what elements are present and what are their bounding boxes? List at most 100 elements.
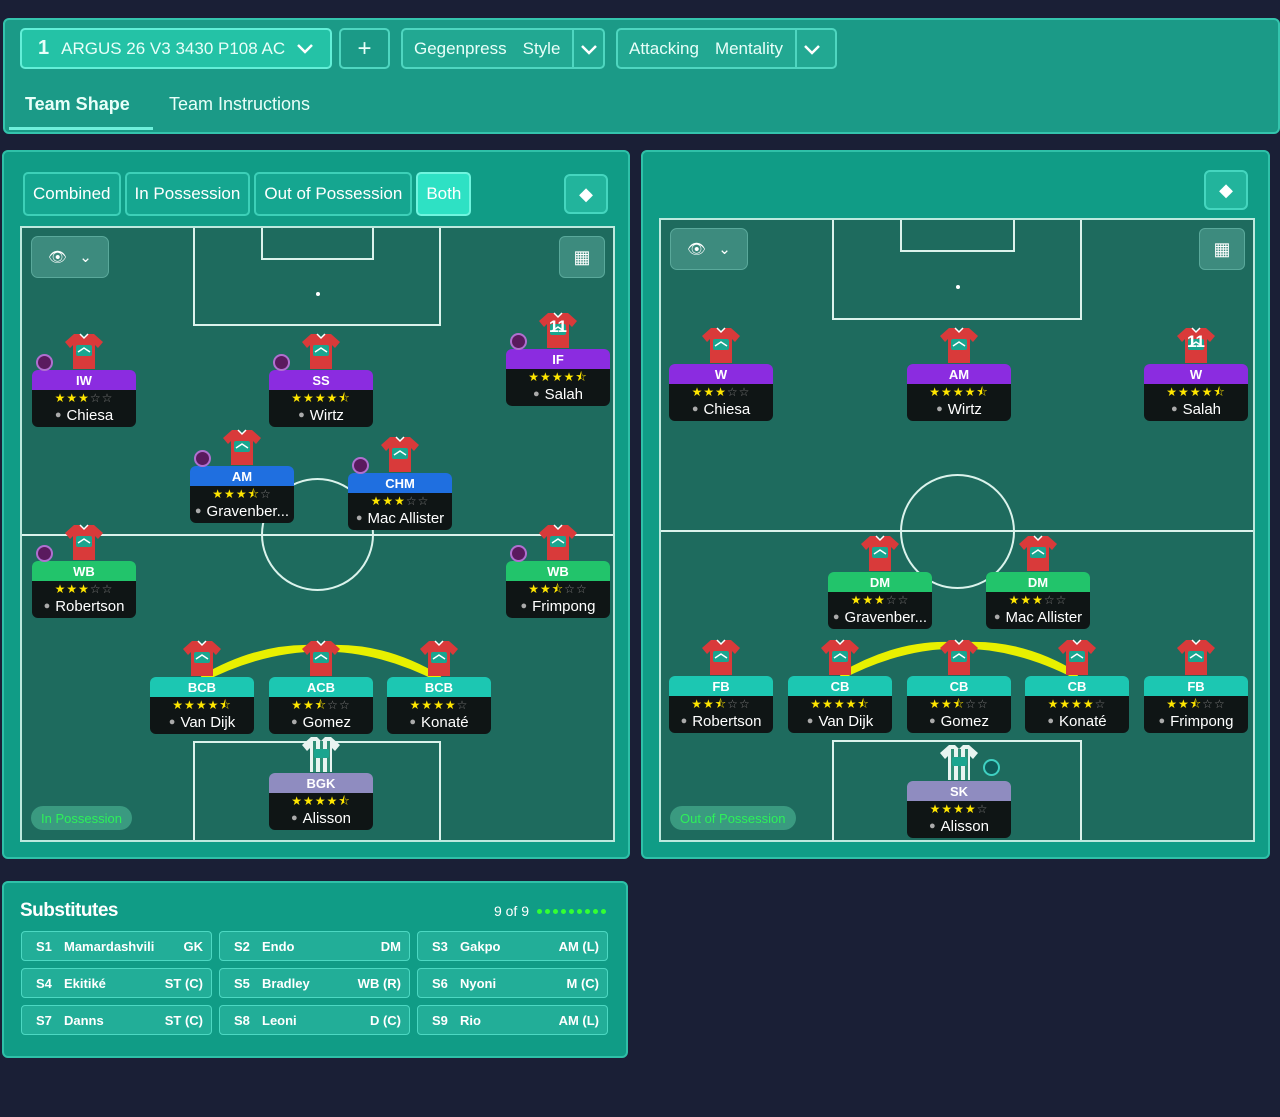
- player-info: ★★★★⯪ ● Alisson: [269, 793, 373, 830]
- role-rating-stars: ★★★★☆: [409, 698, 469, 712]
- player-name-row: ● Gravenber...: [828, 608, 932, 627]
- grid-icon[interactable]: ▦: [1199, 228, 1245, 270]
- substitute-item[interactable]: S9 Rio AM (L): [417, 1005, 608, 1035]
- player-card[interactable]: DM ★★★☆☆ ● Mac Allister: [986, 534, 1090, 629]
- person-icon: ●: [298, 409, 305, 421]
- shirt-icon: [939, 638, 979, 676]
- player-name: Mac Allister: [367, 510, 445, 527]
- diamond-icon[interactable]: ◆: [1204, 170, 1248, 210]
- tab-team-shape[interactable]: Team Shape: [9, 84, 153, 130]
- chevron-down-icon[interactable]: [572, 30, 603, 67]
- player-card[interactable]: FB ★★⯪☆☆ ● Frimpong: [1144, 638, 1248, 733]
- player-card[interactable]: SS ★★★★⯪ ● Wirtz: [269, 332, 373, 427]
- substitute-position: DM: [380, 938, 401, 954]
- player-instruction-icon[interactable]: [510, 545, 527, 562]
- player-card[interactable]: W ★★★☆☆ ● Chiesa: [669, 326, 773, 421]
- substitute-item[interactable]: S5 Bradley WB (R): [219, 968, 410, 998]
- player-instruction-icon[interactable]: [352, 457, 369, 474]
- player-card[interactable]: CB ★★★★⯪ ● Van Dijk: [788, 638, 892, 733]
- grid-icon[interactable]: ▦: [559, 236, 605, 278]
- substitute-item[interactable]: S6 Nyoni M (C): [417, 968, 608, 998]
- substitute-item[interactable]: S3 Gakpo AM (L): [417, 931, 608, 961]
- substitute-item[interactable]: S8 Leoni D (C): [219, 1005, 410, 1035]
- player-role: AM: [190, 466, 294, 486]
- chevron-down-icon: ⌄: [718, 241, 731, 258]
- player-card[interactable]: AM ★★★⯪☆ ● Gravenber...: [190, 428, 294, 523]
- person-icon: ●: [54, 409, 62, 421]
- substitute-position: ST (C): [164, 975, 203, 991]
- substitute-item[interactable]: S2 Endo DM: [219, 931, 410, 961]
- player-name: Chiesa: [703, 401, 751, 418]
- player-card[interactable]: BCB ★★★★☆ ● Konaté: [387, 639, 491, 734]
- player-role: IF: [506, 349, 610, 369]
- player-instruction-icon[interactable]: [510, 333, 527, 350]
- player-info: ★★★★⯪ ● Salah: [506, 369, 610, 406]
- visibility-toggle[interactable]: 👁 ⌄: [670, 228, 748, 270]
- mentality-selector[interactable]: Attacking Mentality: [616, 28, 837, 69]
- role-rating-stars: ★★★★⯪: [1166, 385, 1226, 399]
- player-role: BGK: [269, 773, 373, 793]
- segment-both[interactable]: Both: [416, 172, 472, 216]
- player-name-row: ● Gomez: [907, 712, 1011, 731]
- player-card[interactable]: CB ★★★★☆ ● Konaté: [1025, 638, 1129, 733]
- role-rating-stars: ★★★☆☆: [691, 385, 751, 399]
- shirt-icon: [538, 523, 578, 561]
- player-instruction-icon[interactable]: [273, 354, 290, 371]
- player-name-row: ● Frimpong: [1144, 712, 1248, 731]
- player-name: Alisson: [302, 810, 351, 827]
- player-card[interactable]: WB ★★★☆☆ ● Robertson: [32, 523, 136, 618]
- player-instruction-icon[interactable]: [194, 450, 211, 467]
- tactic-name: ARGUS 26 V3 3430 P108 AC: [61, 38, 286, 58]
- player-card[interactable]: ACB ★★⯪☆☆ ● Gomez: [269, 639, 373, 734]
- role-rating-stars: ★★★★⯪: [528, 370, 588, 384]
- tactic-selector[interactable]: 1 ARGUS 26 V3 3430 P108 AC: [20, 28, 332, 69]
- person-icon: ●: [1158, 715, 1166, 727]
- segment-out-of-possession[interactable]: Out of Possession: [254, 172, 413, 216]
- player-card[interactable]: SK ★★★★☆ ● Alisson: [907, 743, 1011, 838]
- tab-bar: Team Shape Team Instructions: [9, 84, 326, 130]
- player-card[interactable]: BGK ★★★★⯪ ● Alisson: [269, 735, 373, 830]
- player-card[interactable]: CB ★★⯪☆☆ ● Gomez: [907, 638, 1011, 733]
- shirt-icon: [939, 326, 979, 364]
- substitute-item[interactable]: S1 Mamardashvili GK: [21, 931, 212, 961]
- player-card[interactable]: CHM ★★★☆☆ ● Mac Allister: [348, 435, 452, 530]
- style-selector[interactable]: Gegenpress Style: [401, 28, 605, 69]
- segment-in-possession[interactable]: In Possession: [124, 172, 251, 216]
- chevron-down-icon: ⌄: [79, 249, 92, 266]
- substitute-item[interactable]: S4 Ekitiké ST (C): [21, 968, 212, 998]
- player-name-row: ● Van Dijk: [788, 712, 892, 731]
- player-role: CB: [788, 676, 892, 696]
- player-card[interactable]: 11 W ★★★★⯪ ● Salah: [1144, 326, 1248, 421]
- player-info: ★★★☆☆ ● Chiesa: [669, 384, 773, 421]
- player-name-row: ● Robertson: [669, 712, 773, 731]
- player-role: BCB: [150, 677, 254, 697]
- player-card[interactable]: WB ★★⯪☆☆ ● Frimpong: [506, 523, 610, 618]
- substitute-item[interactable]: S7 Danns ST (C): [21, 1005, 212, 1035]
- substitute-name: Danns: [64, 1012, 104, 1028]
- pitch-in-possession: 👁 ⌄ ▦ In Possession IW ★★★☆☆ ● Chiesa SS ★★★★⯪…: [20, 226, 615, 842]
- player-card[interactable]: FB ★★⯪☆☆ ● Robertson: [669, 638, 773, 733]
- player-instruction-icon[interactable]: [983, 759, 1000, 776]
- visibility-toggle[interactable]: 👁 ⌄: [31, 236, 109, 278]
- player-instruction-icon[interactable]: [36, 354, 53, 371]
- player-name: Van Dijk: [818, 713, 874, 730]
- substitute-position: AM (L): [558, 1012, 599, 1028]
- player-card[interactable]: IW ★★★☆☆ ● Chiesa: [32, 332, 136, 427]
- substitute-slot: S7: [36, 1012, 52, 1028]
- substitute-slot: S9: [432, 1012, 448, 1028]
- player-info: ★★★☆☆ ● Gravenber...: [828, 592, 932, 629]
- diamond-icon[interactable]: ◆: [564, 174, 608, 214]
- player-card[interactable]: DM ★★★☆☆ ● Gravenber...: [828, 534, 932, 629]
- add-tactic-button[interactable]: +: [339, 28, 390, 69]
- player-card[interactable]: BCB ★★★★⯪ ● Van Dijk: [150, 639, 254, 734]
- chevron-down-icon[interactable]: [794, 30, 828, 67]
- player-instruction-icon[interactable]: [36, 545, 53, 562]
- player-info: ★★★★⯪ ● Van Dijk: [150, 697, 254, 734]
- person-icon: ●: [680, 715, 688, 727]
- role-rating-stars: ★★★★⯪: [810, 697, 870, 711]
- segment-combined[interactable]: Combined: [23, 172, 121, 216]
- player-card[interactable]: 11 IF ★★★★⯪ ● Salah: [506, 311, 610, 406]
- tab-team-instructions[interactable]: Team Instructions: [153, 84, 326, 130]
- player-name: Chiesa: [66, 407, 114, 424]
- player-card[interactable]: AM ★★★★⯪ ● Wirtz: [907, 326, 1011, 421]
